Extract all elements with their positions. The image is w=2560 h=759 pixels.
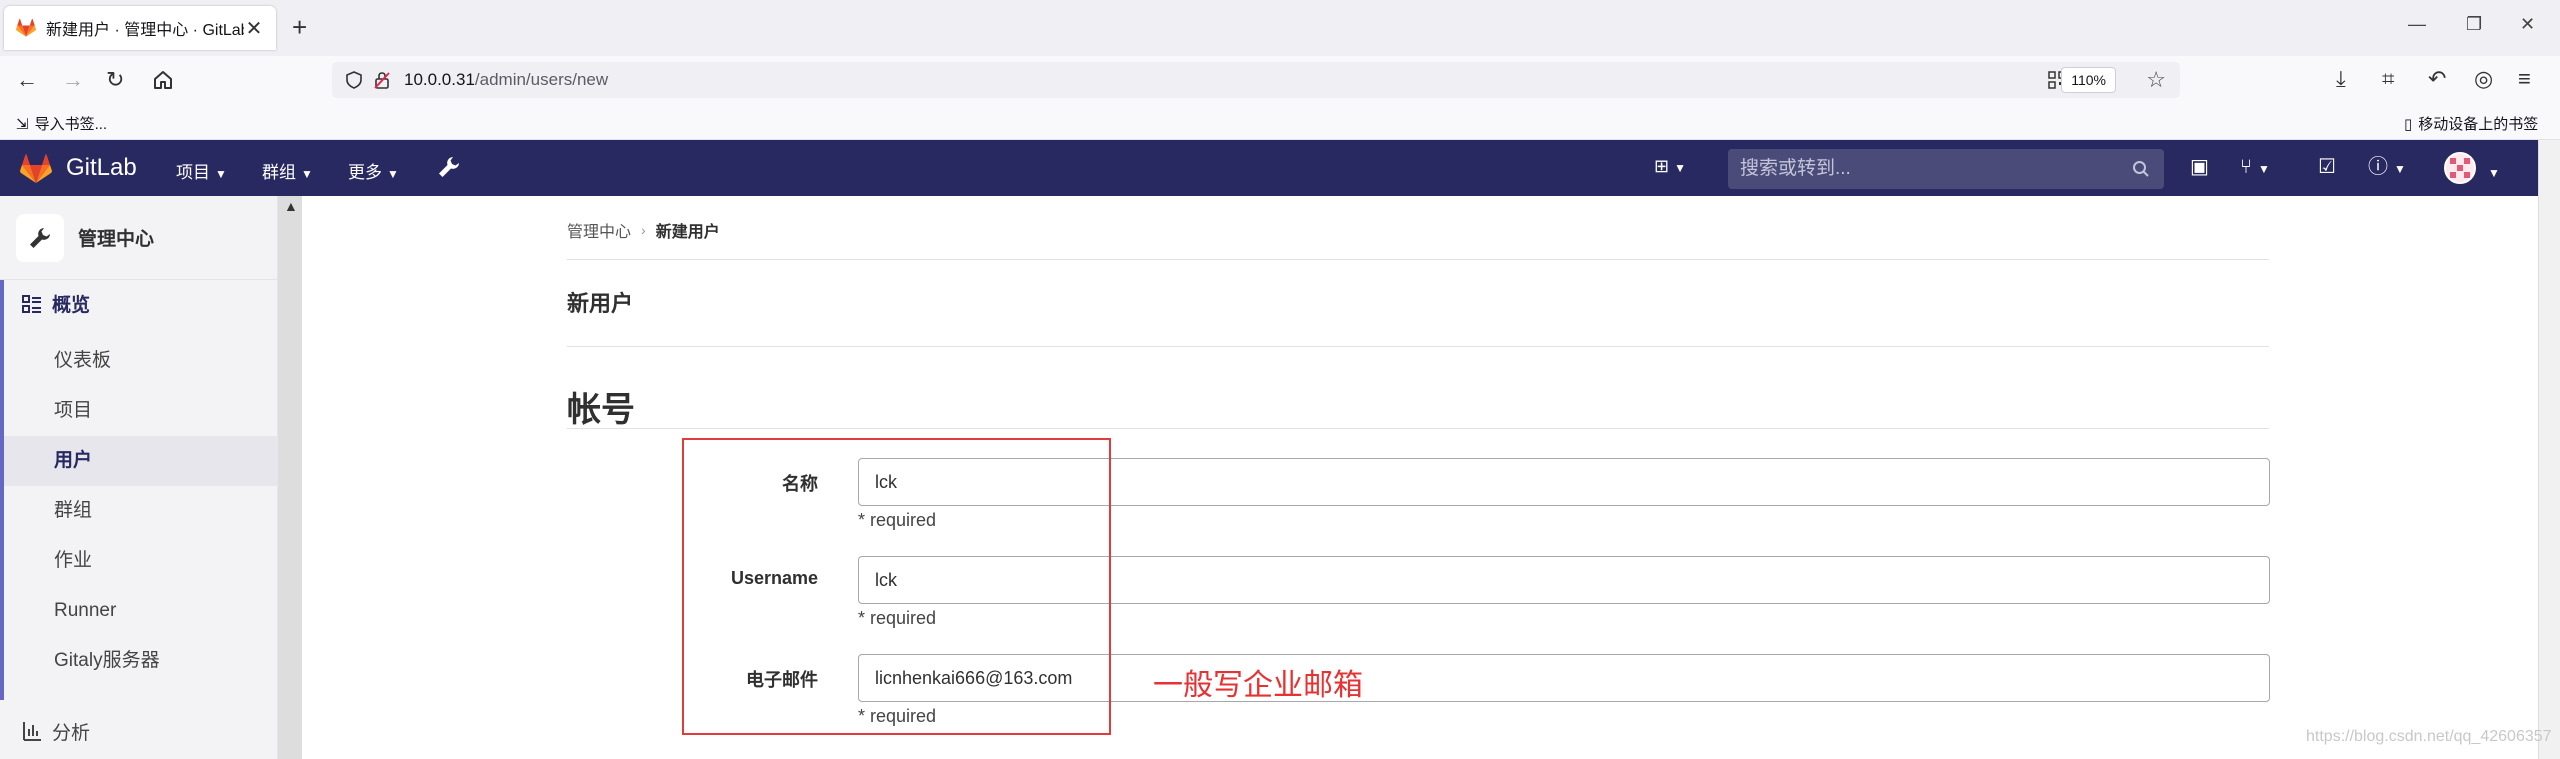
chevron-down-icon[interactable]: ▼ bbox=[2488, 162, 2500, 184]
mobile-device-icon: ▯ bbox=[2404, 115, 2413, 133]
bookmark-star-icon[interactable]: ☆ bbox=[2146, 67, 2166, 93]
search-input[interactable] bbox=[1728, 149, 2164, 189]
search-icon bbox=[2133, 161, 2149, 177]
overview-icon bbox=[22, 294, 41, 313]
home-icon[interactable] bbox=[152, 69, 174, 91]
url-text[interactable]: 10.0.0.31/admin/users/new bbox=[404, 70, 608, 90]
extension-icon[interactable]: ◎ bbox=[2474, 67, 2493, 91]
chevron-down-icon: ▼ bbox=[301, 167, 313, 181]
sidebar-item-projects[interactable]: 项目 bbox=[4, 386, 278, 436]
import-icon: ⇲ bbox=[16, 115, 29, 133]
tab-title: 新建用户 · 管理中心 · GitLab bbox=[46, 22, 244, 39]
breadcrumb-current[interactable]: 新建用户 bbox=[656, 218, 720, 242]
breadcrumb-admin-link[interactable]: 管理中心 bbox=[567, 218, 631, 242]
sidebar-analytics-label: 分析 bbox=[52, 722, 91, 744]
section-title-account: 帐号 bbox=[567, 391, 635, 429]
sidebar-item-runners[interactable]: Runner bbox=[4, 586, 278, 636]
chevron-right-icon: › bbox=[641, 222, 646, 238]
sidebar-item-gitaly-servers[interactable]: Gitaly服务器 bbox=[4, 636, 278, 686]
avatar-pattern-icon bbox=[2446, 154, 2474, 182]
url-path: /admin/users/new bbox=[474, 70, 609, 89]
admin-avatar bbox=[16, 213, 64, 262]
zoom-level[interactable]: 110% bbox=[2061, 67, 2116, 93]
window-close-icon[interactable]: ✕ bbox=[2520, 14, 2535, 35]
divider bbox=[567, 346, 2269, 347]
url-host: 10.0.0.31 bbox=[404, 70, 475, 89]
annotation-highlight-box bbox=[682, 438, 1111, 735]
chevron-down-icon: ▼ bbox=[2394, 162, 2406, 176]
chevron-down-icon: ▼ bbox=[387, 167, 399, 181]
new-tab-icon[interactable]: + bbox=[292, 14, 307, 40]
menu-groups-label: 群组 bbox=[262, 163, 296, 182]
help-icon[interactable]: ⓘ ▼ bbox=[2368, 156, 2406, 180]
sidebar-context-header[interactable]: 管理中心 bbox=[0, 196, 278, 280]
chevron-down-icon: ▼ bbox=[1674, 161, 1686, 175]
bookmarks-bar: ⇲ 导入书签... ▯ 移动设备上的书签 bbox=[0, 104, 2560, 140]
menu-groups[interactable]: 群组 ▼ bbox=[262, 158, 313, 183]
menu-more[interactable]: 更多 ▼ bbox=[348, 158, 399, 183]
back-icon[interactable]: ← bbox=[16, 68, 38, 92]
user-avatar[interactable] bbox=[2444, 152, 2476, 184]
admin-sidebar: 管理中心 概览 仪表板 项目 用户 群组 作业 Runner Gitaly服务器 bbox=[0, 196, 278, 759]
gitlab-brand[interactable]: GitLab bbox=[66, 154, 137, 182]
todos-icon[interactable]: ☑ bbox=[2318, 156, 2336, 178]
menu-projects-label: 项目 bbox=[176, 163, 210, 182]
import-bookmarks[interactable]: ⇲ 导入书签... bbox=[16, 113, 107, 134]
tab-close-icon[interactable]: ✕ bbox=[244, 16, 264, 41]
mobile-bookmarks[interactable]: ▯ 移动设备上的书签 bbox=[2404, 113, 2538, 134]
annotation-text: 一般写企业邮箱 bbox=[1153, 669, 1363, 702]
divider bbox=[567, 259, 2269, 260]
page-scrollbar[interactable] bbox=[2538, 140, 2560, 759]
divider bbox=[567, 428, 2269, 429]
sidebar-context-title: 管理中心 bbox=[78, 229, 155, 250]
admin-wrench-icon[interactable] bbox=[436, 154, 462, 180]
issues-icon[interactable]: ▣ bbox=[2190, 156, 2209, 178]
menu-more-label: 更多 bbox=[348, 163, 382, 182]
watermark: https://blog.csdn.net/qq_42606357 bbox=[2306, 728, 2552, 745]
analytics-chart-icon bbox=[23, 722, 41, 741]
gitlab-logo-icon[interactable] bbox=[20, 154, 52, 184]
insecure-lock-icon[interactable] bbox=[374, 71, 390, 89]
screenshot-crop-icon[interactable]: ⌗ bbox=[2382, 67, 2394, 91]
mobile-bookmarks-label: 移动设备上的书签 bbox=[2418, 116, 2539, 133]
gitlab-favicon-icon bbox=[16, 18, 36, 37]
sidebar-item-dashboard[interactable]: 仪表板 bbox=[4, 336, 278, 386]
tracking-shield-icon[interactable] bbox=[346, 71, 362, 89]
reload-icon[interactable]: ↻ bbox=[106, 68, 124, 92]
merge-requests-icon[interactable]: ⑂ ▼ bbox=[2240, 156, 2270, 180]
app-menu-icon[interactable]: ≡ bbox=[2518, 67, 2531, 91]
sidebar-item-users[interactable]: 用户 bbox=[4, 436, 278, 486]
menu-projects[interactable]: 项目 ▼ bbox=[176, 158, 227, 183]
sidebar-item-analytics[interactable]: 分析 bbox=[0, 706, 278, 756]
browser-navbar: ← → ↻ 10.0.0.31/admin/users/new 110% ☆ ⤓… bbox=[0, 56, 2560, 104]
downloads-icon[interactable]: ⤓ bbox=[2336, 67, 2346, 91]
sidebar-item-jobs[interactable]: 作业 bbox=[4, 536, 278, 586]
browser-tabbar: 新建用户 · 管理中心 · GitLab ✕ + — ❐ ✕ bbox=[0, 0, 2560, 56]
forward-icon[interactable]: → bbox=[62, 68, 84, 92]
new-dropdown[interactable]: ⊞ ▼ bbox=[1654, 156, 1686, 177]
undo-icon[interactable]: ↶ bbox=[2428, 67, 2446, 91]
sidebar-overview-label: 概览 bbox=[52, 295, 91, 316]
breadcrumb: 管理中心 › 新建用户 bbox=[567, 218, 720, 242]
url-bar[interactable]: 10.0.0.31/admin/users/new 110% ☆ bbox=[332, 62, 2180, 98]
wrench-icon bbox=[30, 227, 50, 248]
plus-square-icon: ⊞ bbox=[1654, 156, 1670, 176]
restore-icon[interactable]: ❐ bbox=[2466, 14, 2482, 35]
minimize-icon[interactable]: — bbox=[2408, 14, 2426, 35]
sidebar-item-overview[interactable]: 概览 bbox=[4, 290, 90, 317]
browser-tab[interactable]: 新建用户 · 管理中心 · GitLab ✕ bbox=[4, 6, 276, 50]
chevron-down-icon: ▼ bbox=[2258, 162, 2270, 176]
import-bookmarks-label: 导入书签... bbox=[34, 116, 108, 133]
page-title: 新用户 bbox=[567, 291, 634, 316]
sidebar-section-overview: 概览 仪表板 项目 用户 群组 作业 Runner Gitaly服务器 bbox=[0, 280, 278, 700]
scroll-up-icon[interactable]: ▲ bbox=[284, 198, 298, 214]
sidebar-scrollbar[interactable]: ▲ bbox=[278, 196, 302, 759]
sidebar-item-groups[interactable]: 群组 bbox=[4, 486, 278, 536]
chevron-down-icon: ▼ bbox=[215, 167, 227, 181]
gitlab-top-bar: GitLab 项目 ▼ 群组 ▼ 更多 ▼ ⊞ ▼ ▣ ⑂▼ ☑ ⓘ▼ ▼ bbox=[0, 140, 2538, 196]
